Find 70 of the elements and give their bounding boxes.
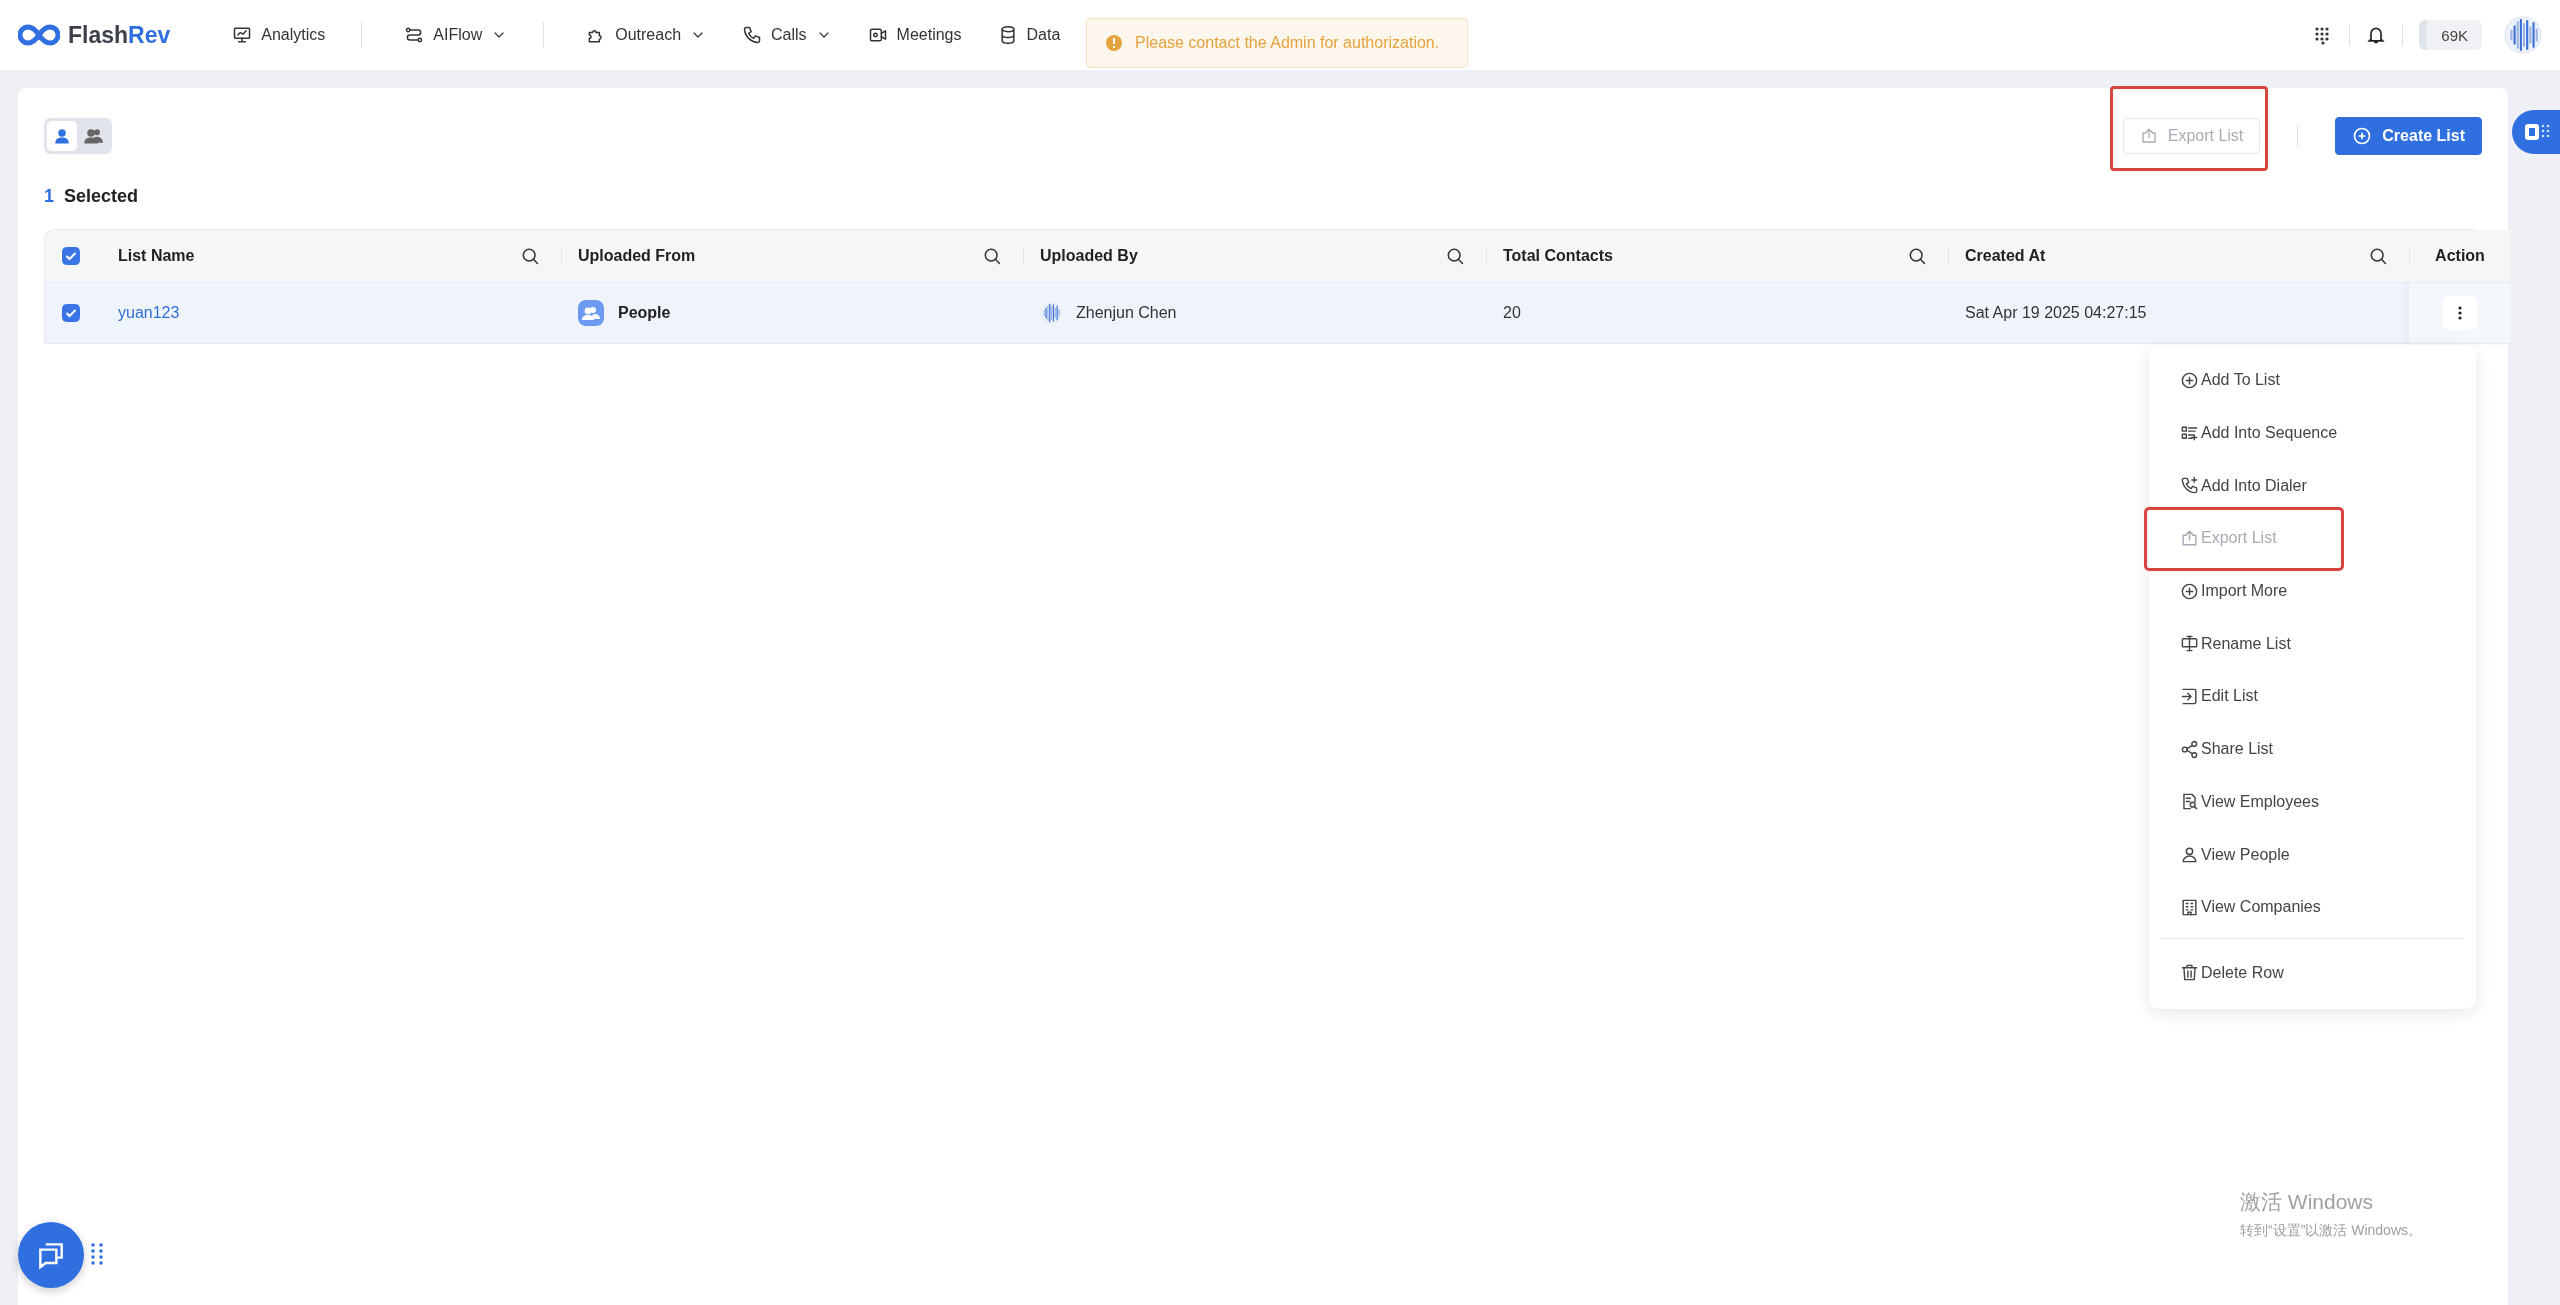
activation-hint: 转到“设置”以激活 Windows。 [2240, 1222, 2422, 1240]
drag-handle-icon[interactable] [91, 1243, 103, 1265]
building-icon [2180, 897, 2199, 917]
person-icon [2180, 845, 2199, 865]
menu-item[interactable]: Share List [2161, 722, 2464, 776]
infinity-logo-icon [18, 23, 60, 47]
plus-circle-icon [2180, 370, 2199, 390]
plus-circle-icon [2352, 126, 2373, 146]
toast-message: Please contact the Admin for authorization. [1135, 34, 1440, 52]
more-button[interactable] [2443, 296, 2477, 330]
export-icon [2139, 127, 2158, 145]
nav-tab[interactable]: Meetings [867, 25, 962, 45]
column-header: Uploaded From [578, 247, 696, 265]
menu-item[interactable]: Add Into Dialer [2161, 459, 2464, 513]
more-vertical-icon [2458, 306, 2462, 320]
phone-plus-icon [2180, 476, 2199, 496]
nav-tab[interactable]: Outreach [586, 25, 707, 45]
avatar-icon [1040, 302, 1062, 324]
table-cell: Zhenjun Chen [1076, 304, 1177, 322]
avatar-icon [2504, 16, 2542, 54]
phone-icon [742, 25, 763, 45]
trash-icon [2180, 963, 2199, 983]
menu-item[interactable]: Import More [2161, 564, 2464, 618]
menu-item[interactable]: Delete Row [2161, 946, 2464, 1000]
nav-tab[interactable]: Analytics [232, 25, 326, 45]
document-search-icon [2180, 792, 2199, 812]
export-icon [2180, 528, 2199, 548]
menu-item[interactable]: Add To List [2161, 354, 2464, 407]
selected-count: 1 [44, 186, 54, 207]
column-header: Created At [1965, 247, 2046, 265]
menu-item[interactable]: Rename List [2161, 617, 2464, 671]
monitor-icon [232, 25, 253, 45]
people-icon [578, 300, 604, 326]
view-toggle-tab[interactable] [47, 121, 77, 151]
column-header: Total Contacts [1503, 247, 1613, 265]
checkbox[interactable] [62, 304, 80, 322]
column-header: List Name [118, 247, 195, 265]
person-icon [53, 127, 71, 145]
column-header: Action [2435, 247, 2485, 265]
people-icon [84, 127, 104, 145]
panel-icon [2524, 121, 2550, 143]
activation-title: 激活 Windows [2240, 1189, 2375, 1215]
nav-tab[interactable]: AIFlow [404, 25, 508, 45]
table-cell: 20 [1503, 304, 1521, 322]
bell-icon[interactable] [2366, 25, 2387, 45]
table-cell: Sat Apr 19 2025 04:27:15 [1965, 304, 2147, 322]
nav-tab[interactable]: Data [997, 25, 1061, 45]
warning-icon [1105, 34, 1123, 52]
flow-icon [404, 25, 425, 45]
table-cell: People [618, 304, 671, 322]
credits-badge[interactable]: 69K [2419, 20, 2482, 50]
checkbox[interactable] [62, 247, 80, 265]
side-panel-tab[interactable] [2512, 110, 2560, 154]
create-list-button[interactable]: Create List [2335, 117, 2482, 155]
enter-icon [2180, 686, 2199, 706]
menu-item[interactable]: View People [2161, 828, 2464, 881]
brand-name[interactable]: FlashRev [68, 21, 171, 49]
nav-tab[interactable]: Calls [742, 25, 832, 45]
column-header: Uploaded By [1040, 247, 1138, 265]
selected-label: Selected [64, 186, 139, 207]
menu-item[interactable]: Edit List [2161, 670, 2464, 723]
sequence-icon [2180, 423, 2199, 443]
video-icon [867, 25, 888, 45]
menu-item[interactable]: View Companies [2161, 880, 2464, 934]
share-icon [2180, 739, 2199, 759]
rename-icon [2180, 634, 2199, 654]
plus-circle-icon [2180, 581, 2199, 601]
menu-item[interactable]: View Employees [2161, 775, 2464, 829]
menu-item[interactable]: Add Into Sequence [2161, 406, 2464, 460]
list-name-link[interactable]: yuan123 [118, 304, 180, 322]
